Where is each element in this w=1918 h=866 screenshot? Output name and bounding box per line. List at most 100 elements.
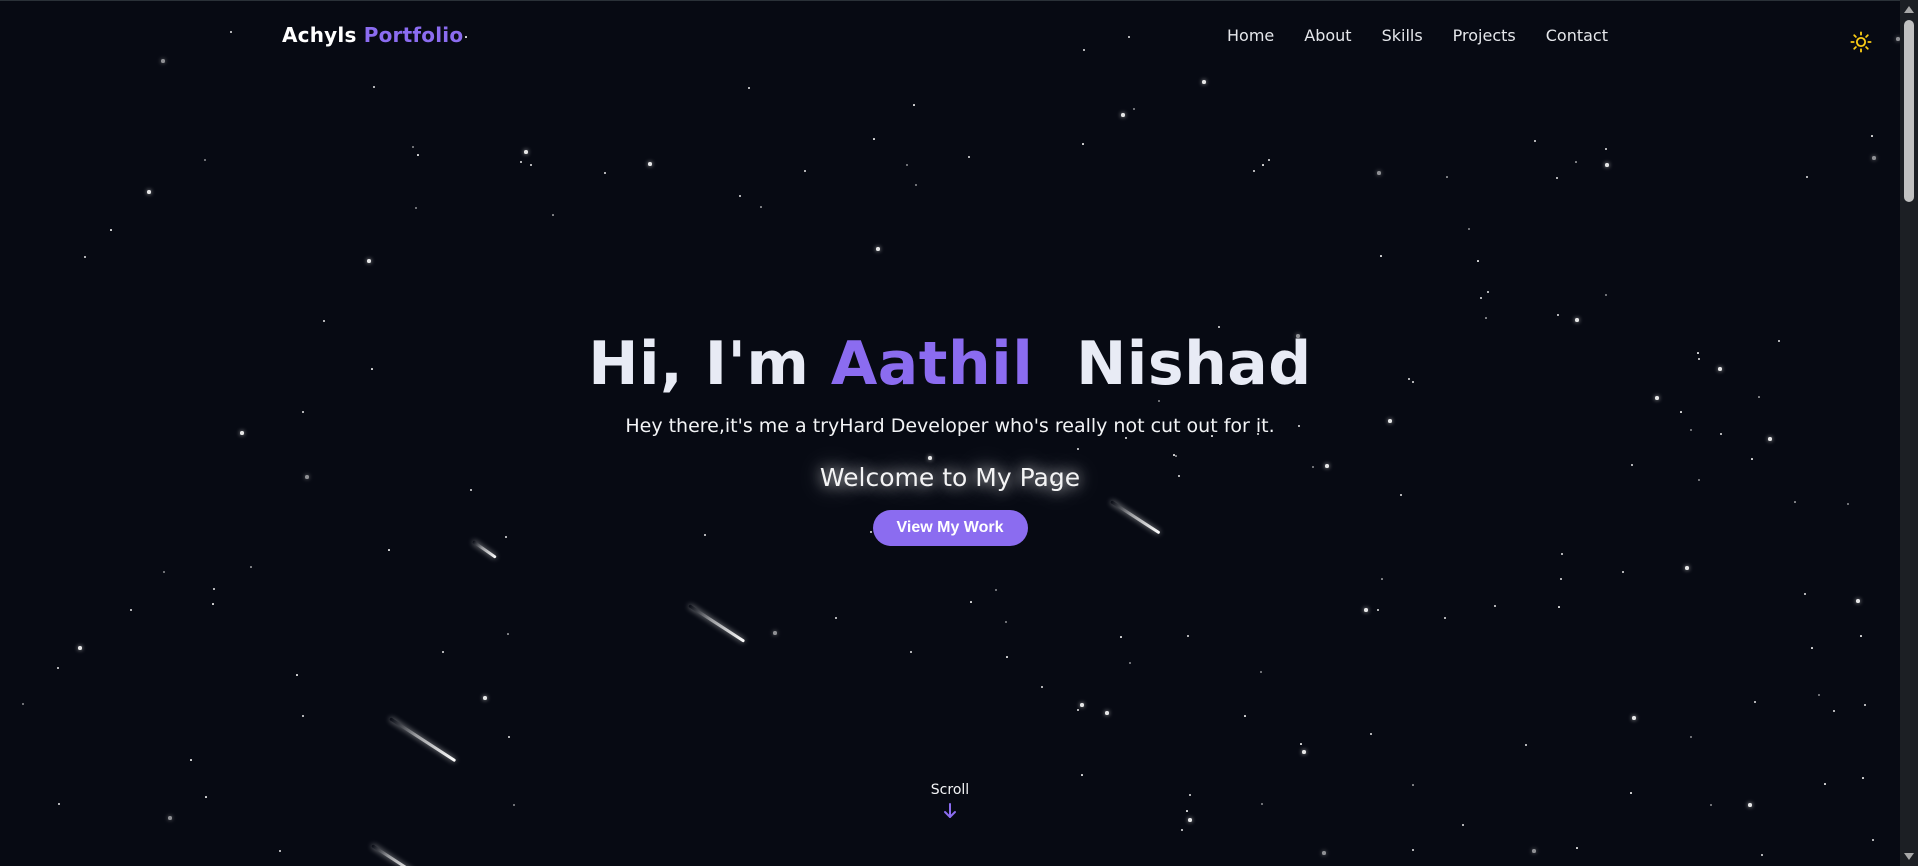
star: [1300, 743, 1302, 745]
star: [1370, 733, 1373, 736]
star: [84, 256, 87, 259]
star: [773, 631, 777, 635]
star: [367, 259, 371, 263]
star: [1804, 593, 1807, 596]
star: [1754, 701, 1757, 704]
nav-link-skills[interactable]: Skills: [1382, 26, 1423, 45]
star: [995, 589, 998, 592]
scrollbar-thumb[interactable]: [1904, 20, 1914, 202]
vertical-scrollbar[interactable]: [1900, 0, 1918, 866]
star: [1871, 135, 1873, 137]
star: [552, 214, 554, 216]
star: [873, 138, 875, 140]
star: [760, 206, 762, 208]
star: [1872, 839, 1875, 842]
star: [483, 696, 487, 700]
star: [163, 571, 166, 574]
hero-section: Hi, I'm Aathil Nishad Hey there,it's me …: [0, 321, 1900, 546]
nav-link-contact[interactable]: Contact: [1546, 26, 1608, 45]
star: [906, 164, 909, 167]
star: [1364, 608, 1368, 612]
star: [1181, 829, 1184, 832]
star: [302, 715, 305, 718]
star: [915, 184, 918, 187]
star: [1856, 599, 1860, 603]
star: [212, 603, 214, 605]
star: [22, 703, 25, 706]
star: [507, 633, 509, 635]
star: [442, 651, 445, 654]
star: [1260, 671, 1263, 674]
star: [1487, 291, 1490, 294]
star: [1462, 824, 1465, 827]
scroll-down-arrow-icon[interactable]: [1904, 853, 1914, 860]
star: [373, 86, 376, 89]
star: [296, 674, 298, 676]
star: [1444, 617, 1447, 620]
star: [1187, 635, 1190, 638]
star: [1244, 715, 1246, 717]
star: [1041, 686, 1044, 689]
star: [1268, 159, 1271, 162]
theme-toggle-button[interactable]: [1848, 29, 1874, 55]
arrow-down-icon: [944, 803, 956, 818]
star: [524, 150, 528, 154]
brand-logo[interactable]: Achyls Portfolio: [282, 23, 463, 47]
star: [1005, 621, 1008, 624]
star: [1811, 647, 1813, 649]
scroll-indicator[interactable]: Scroll: [0, 782, 1900, 820]
star: [412, 146, 415, 149]
star: [1558, 606, 1560, 608]
star: [1576, 847, 1578, 849]
star: [1120, 636, 1122, 638]
star: [1575, 161, 1577, 163]
star: [604, 172, 607, 175]
nav-link-projects[interactable]: Projects: [1453, 26, 1516, 45]
star: [1494, 605, 1497, 608]
star: [1302, 750, 1306, 754]
star: [876, 247, 880, 251]
star: [250, 566, 252, 568]
star: [520, 161, 523, 164]
hero-first-name: Aathil: [830, 329, 1034, 399]
star: [1605, 163, 1609, 167]
star: [804, 170, 807, 173]
sun-icon: [1850, 31, 1872, 53]
nav-link-about[interactable]: About: [1304, 26, 1351, 45]
hero-title: Hi, I'm Aathil Nishad: [0, 321, 1900, 407]
star: [1864, 704, 1867, 707]
star: [1561, 553, 1564, 556]
welcome-text: Welcome to My Page: [819, 463, 1081, 492]
star: [1690, 736, 1693, 739]
shooting-star: [371, 844, 415, 866]
hero-greeting: Hi, I'm: [588, 329, 810, 399]
star: [1381, 578, 1383, 580]
star: [1818, 694, 1821, 697]
star: [417, 154, 419, 156]
star: [1377, 609, 1380, 612]
star: [1105, 711, 1109, 715]
shooting-star: [688, 604, 746, 643]
star: [1133, 108, 1136, 111]
star: [970, 601, 972, 603]
star: [147, 190, 151, 194]
view-my-work-button[interactable]: View My Work: [872, 510, 1028, 546]
brand-name: Achyls: [282, 23, 357, 47]
scroll-up-arrow-icon[interactable]: [1904, 6, 1914, 13]
star: [1622, 571, 1625, 574]
star: [1862, 777, 1864, 779]
star: [1380, 255, 1382, 257]
star: [835, 617, 838, 620]
nav-links: Home About Skills Projects Contact: [1227, 26, 1608, 45]
star: [1806, 176, 1809, 179]
star: [1121, 113, 1125, 117]
star: [190, 759, 192, 761]
brand-accent: Portfolio: [363, 23, 464, 47]
star: [1322, 851, 1326, 855]
star: [1377, 171, 1381, 175]
star: [1632, 716, 1636, 720]
nav-link-home[interactable]: Home: [1227, 26, 1274, 45]
star: [1412, 849, 1415, 852]
star: [1446, 176, 1448, 178]
star: [130, 609, 133, 612]
